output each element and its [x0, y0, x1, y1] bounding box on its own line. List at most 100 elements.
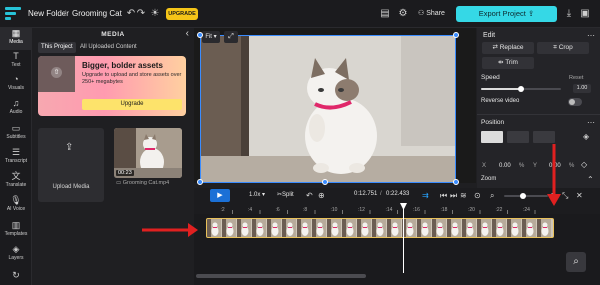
- skip-forward-icon[interactable]: ⏭: [450, 190, 457, 201]
- add-track-icon[interactable]: ⊕: [318, 190, 325, 201]
- upload-media-button[interactable]: ⇪ Upload Media: [38, 128, 104, 202]
- promo-upgrade-button[interactable]: Upgrade: [82, 99, 182, 110]
- ruler-tick-label: :16: [413, 207, 420, 213]
- reverse-video-toggle[interactable]: [568, 98, 582, 106]
- nav-text[interactable]: T Text: [0, 51, 32, 73]
- tab-all-uploaded[interactable]: All Uploaded Content: [80, 42, 137, 53]
- replace-button[interactable]: ⇄ Replace: [482, 42, 534, 54]
- breadcrumb-folder[interactable]: New Folder: [28, 9, 69, 18]
- search-icon: ⌕: [573, 256, 579, 267]
- resize-handle-bottom-right[interactable]: [453, 179, 459, 185]
- nav-ai-voice[interactable]: 🎙 AI Voice: [0, 195, 32, 217]
- timeline-ruler[interactable]: :2:4:6:8:10:12:14:16:18:20:22:24: [194, 204, 600, 214]
- timeline-zoom-track[interactable]: [504, 195, 548, 197]
- waveform-icon[interactable]: ≋: [460, 190, 467, 201]
- clip-filename: ▭ Grooming Cat.mp4: [116, 180, 169, 186]
- trim-button[interactable]: ⇹ Trim: [482, 57, 534, 69]
- crop-tool-icon[interactable]: ⤢: [224, 31, 238, 43]
- timeline-scrollbar[interactable]: [196, 274, 366, 278]
- translate-icon: 文: [11, 171, 21, 181]
- skip-back-icon[interactable]: ⏮: [440, 190, 447, 201]
- video-preview[interactable]: [200, 35, 456, 183]
- position-label: Position: [481, 119, 505, 126]
- share-button[interactable]: ⚇ Share: [418, 7, 454, 21]
- close-timeline-icon[interactable]: ✕: [576, 190, 583, 201]
- link-values-icon[interactable]: ◇: [581, 160, 587, 170]
- speed-slider-thumb[interactable]: [518, 86, 524, 92]
- align-top-center[interactable]: [507, 131, 529, 143]
- x-value-field[interactable]: 0.00: [499, 161, 511, 171]
- zoom-search-icon[interactable]: ⌕: [490, 190, 494, 201]
- clip-frame-thumbnail: [327, 219, 341, 237]
- clip-frame-thumbnail: [312, 219, 326, 237]
- nav-translate[interactable]: 文 Translate: [0, 171, 32, 193]
- clip-frame-thumbnail: [417, 219, 431, 237]
- rotate-handle[interactable]: [322, 179, 328, 185]
- video-clip-track[interactable]: [206, 218, 554, 238]
- nav-transcript[interactable]: ☰ Transcript: [0, 147, 32, 169]
- edit-panel-title: Edit: [483, 32, 496, 39]
- clip-duration: 00:23: [116, 170, 134, 176]
- resize-handle-bottom-left[interactable]: [197, 179, 203, 185]
- fit-dropdown[interactable]: Fit ▾: [202, 31, 220, 43]
- comments-icon[interactable]: ▤: [378, 7, 392, 21]
- video-file-icon: ▭: [116, 180, 123, 186]
- upload-arrow-icon: ⇪: [65, 142, 74, 153]
- nav-label: Layers: [8, 255, 24, 261]
- export-project-button[interactable]: Export Project ⇪: [456, 6, 557, 22]
- download-icon[interactable]: ⤓: [562, 7, 576, 21]
- search-button[interactable]: ⌕: [566, 252, 586, 272]
- y-label: Y: [533, 163, 538, 169]
- more-options-icon[interactable]: ⋯: [587, 31, 595, 40]
- tab-this-project[interactable]: This Project: [38, 42, 76, 53]
- project-title[interactable]: Grooming Cat: [72, 9, 122, 18]
- nav-media[interactable]: ▦ Media: [0, 28, 32, 50]
- redo-icon[interactable]: ↷: [134, 7, 148, 21]
- promo-title: Bigger, bolder assets: [82, 61, 163, 70]
- ruler-tick-label: :2: [221, 207, 225, 213]
- templates-icon: ▥: [11, 220, 21, 230]
- nav-visuals[interactable]: ◔ Visuals: [0, 74, 32, 96]
- app-logo-icon[interactable]: [5, 7, 21, 21]
- clip-frame-thumbnail: [357, 219, 371, 237]
- position-more-icon[interactable]: ⋯: [587, 118, 595, 127]
- replace-label: Replace: [499, 44, 524, 51]
- collapse-panel-icon[interactable]: ‹: [186, 28, 189, 39]
- resize-handle-top-left[interactable]: [197, 32, 203, 38]
- align-top-left[interactable]: [481, 131, 503, 143]
- ruler-tick-label: :6: [276, 207, 280, 213]
- magnet-snap-icon[interactable]: ⇉: [422, 190, 429, 201]
- clip-frame-thumbnail: [372, 219, 386, 237]
- nav-templates[interactable]: ▥ Templates: [0, 220, 32, 242]
- panel-scroll-up-icon[interactable]: ⌃: [587, 175, 594, 184]
- reverse-video-label: Reverse video: [481, 98, 520, 104]
- annotation-arrow-left: [142, 223, 198, 237]
- resize-handle-top-right[interactable]: [453, 32, 459, 38]
- undo-timeline-icon[interactable]: ↶: [306, 190, 313, 201]
- split-button[interactable]: ✂Split: [277, 191, 294, 198]
- loop-icon[interactable]: ⊙: [474, 190, 481, 201]
- upgrade-button[interactable]: UPGRADE: [166, 8, 198, 20]
- clip-frame-thumbnail: [222, 219, 236, 237]
- ruler-ticks: :2:4:6:8:10:12:14:16:18:20:22:24: [221, 207, 536, 214]
- playhead-line[interactable]: [403, 203, 404, 273]
- nav-layers[interactable]: ◈ Layers: [0, 244, 32, 266]
- subtitles-icon: ▭: [11, 123, 21, 133]
- split-label: Split: [282, 192, 294, 198]
- brightness-icon[interactable]: ☀: [148, 7, 162, 21]
- speed-value-field[interactable]: 1.00: [573, 84, 591, 93]
- crop-button[interactable]: ⌗ Crop: [537, 42, 589, 54]
- settings-gear-icon[interactable]: ⚙: [396, 7, 410, 21]
- nav-subtitles[interactable]: ▭ Subtitles: [0, 123, 32, 145]
- clip-frame-thumbnail: [387, 219, 401, 237]
- speed-reset[interactable]: Reset: [569, 75, 583, 81]
- playback-speed-dropdown[interactable]: 1.0x ▾: [249, 191, 265, 198]
- timeline-zoom-thumb[interactable]: [520, 193, 526, 199]
- nav-audio[interactable]: ♫ Audio: [0, 98, 32, 120]
- media-clip-thumbnail[interactable]: 00:23: [114, 128, 182, 178]
- cat-video-frame: [201, 36, 455, 182]
- play-button[interactable]: ▶: [210, 189, 230, 202]
- position-reset-icon[interactable]: ◈: [583, 132, 589, 141]
- nav-more[interactable]: ↻: [0, 270, 32, 284]
- user-avatar-icon[interactable]: ▣: [578, 7, 592, 21]
